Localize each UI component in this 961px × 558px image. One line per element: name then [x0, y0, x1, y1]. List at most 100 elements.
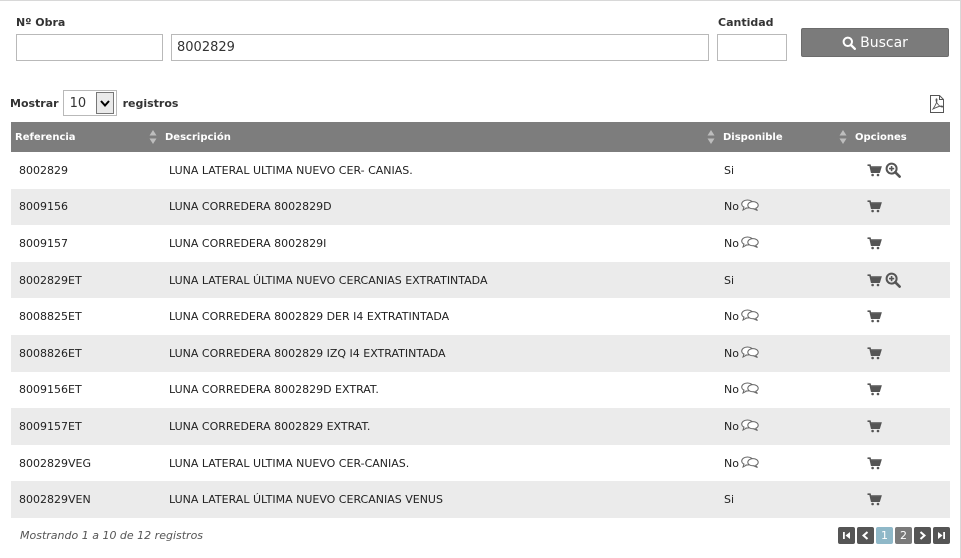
- cart-icon[interactable]: [867, 347, 882, 360]
- table-row: 8002829VEG LUNA LATERAL ULTIMA NUEVO CER-…: [11, 445, 950, 482]
- cart-icon[interactable]: [867, 164, 882, 177]
- disponible-value: No: [724, 310, 739, 324]
- chat-bubbles-icon[interactable]: [741, 309, 759, 322]
- cell-opciones: [851, 481, 950, 518]
- disponible-value: Si: [724, 163, 735, 177]
- table-row: 8008825ET LUNA CORREDERA 8002829 DER I4 E…: [11, 298, 950, 335]
- cell-descripcion: LUNA CORREDERA 8002829D: [161, 188, 719, 226]
- disponible-value: No: [724, 346, 739, 360]
- cell-descripcion: LUNA CORREDERA 8002829I: [169, 236, 327, 250]
- table-row: 8009157ET LUNA CORREDERA 8002829 EXTRAT. N…: [11, 408, 950, 445]
- cell-referencia: 8002829: [19, 163, 68, 177]
- col-referencia[interactable]: Referencia: [11, 122, 161, 152]
- cell-descripcion: LUNA LATERAL ÚLTIMA NUEVO CERCANIAS VENU…: [161, 481, 719, 518]
- cell-disponible: No: [719, 408, 851, 445]
- cell-opciones: [851, 298, 950, 335]
- cell-referencia: 8002829ET: [11, 261, 161, 299]
- first-page-icon[interactable]: [838, 527, 855, 544]
- cell-disponible: No: [719, 445, 851, 482]
- table-info: Mostrando 1 a 10 de 12 registros: [20, 529, 204, 542]
- cell-referencia: 8009156ET: [19, 383, 82, 397]
- table-row: 8009157 LUNA CORREDERA 8002829I No: [11, 225, 950, 262]
- table-row: 8009156 LUNA CORREDERA 8002829D No: [11, 188, 950, 226]
- cart-icon[interactable]: [867, 310, 882, 323]
- mostrar-label: Mostrar: [10, 96, 59, 110]
- results-table: Referencia Descripción Disponible Opcion…: [11, 122, 950, 518]
- cell-disponible: Si: [719, 152, 851, 189]
- pagination: 1 2: [838, 527, 950, 544]
- cell-referencia: 8002829VEG: [19, 456, 91, 470]
- cart-icon[interactable]: [867, 237, 882, 250]
- cell-disponible: Si: [719, 261, 851, 299]
- cell-descripcion: LUNA CORREDERA 8002829 DER I4 EXTRATINTA…: [169, 310, 450, 324]
- chat-bubbles-icon[interactable]: [741, 456, 759, 468]
- obra-label: Nº Obra: [16, 16, 66, 29]
- disponible-value: No: [724, 419, 739, 433]
- disponible-value: No: [724, 200, 739, 214]
- cell-opciones: [851, 334, 950, 372]
- buscar-button[interactable]: Buscar: [801, 28, 949, 57]
- cell-disponible: No: [719, 188, 851, 226]
- cell-referencia: 8008825ET: [19, 310, 82, 324]
- last-page-icon[interactable]: [933, 527, 950, 544]
- cell-referencia: 8009157: [19, 236, 68, 250]
- cell-opciones: [851, 261, 950, 299]
- sort-icon: [839, 130, 847, 144]
- cell-opciones: [851, 225, 950, 262]
- disponible-value: No: [724, 456, 739, 470]
- registros-label: registros: [122, 96, 179, 110]
- search-icon: [842, 36, 857, 50]
- cell-descripcion: LUNA LATERAL ÚLTIMA NUEVO CERCANIAS EXTR…: [161, 261, 719, 299]
- chat-bubbles-icon[interactable]: [741, 419, 759, 431]
- next-page-icon[interactable]: [914, 527, 931, 544]
- buscar-label: Buscar: [860, 34, 908, 51]
- length-select[interactable]: 10: [62, 90, 117, 116]
- disponible-value: Si: [724, 273, 735, 287]
- cell-opciones: [851, 152, 950, 189]
- zoom-in-icon[interactable]: [885, 162, 901, 179]
- cell-descripcion: LUNA CORREDERA 8002829 IZQ I4 EXTRATINTA…: [161, 334, 719, 372]
- zoom-in-icon[interactable]: [885, 272, 901, 288]
- referencia-input[interactable]: [171, 34, 709, 61]
- col-disponible[interactable]: Disponible: [719, 122, 851, 152]
- page-2-button[interactable]: 2: [895, 527, 912, 544]
- pdf-icon[interactable]: [929, 95, 945, 113]
- cart-icon[interactable]: [867, 383, 882, 396]
- cell-disponible: No: [719, 372, 851, 409]
- cart-icon[interactable]: [867, 456, 882, 470]
- cell-descripcion: LUNA CORREDERA 8002829D EXTRAT.: [169, 383, 379, 397]
- cantidad-input[interactable]: [717, 34, 787, 61]
- cell-disponible: No: [719, 298, 851, 335]
- cell-descripcion: LUNA LATERAL ULTIMA NUEVO CER-CANIAS.: [169, 456, 410, 470]
- chat-bubbles-icon[interactable]: [741, 236, 759, 248]
- cell-opciones: [851, 188, 950, 226]
- chat-bubbles-icon[interactable]: [741, 199, 759, 212]
- cell-opciones: [851, 372, 950, 409]
- cell-referencia: 8002829VEN: [11, 481, 161, 518]
- cart-icon[interactable]: [867, 273, 882, 287]
- chevron-down-icon: [95, 92, 114, 114]
- cart-icon[interactable]: [867, 493, 882, 506]
- cell-descripcion: LUNA CORREDERA 8002829 EXTRAT.: [161, 408, 719, 445]
- disponible-value: Si: [724, 493, 735, 507]
- cart-icon[interactable]: [867, 420, 882, 433]
- cell-referencia: 8009157ET: [11, 408, 161, 445]
- table-row: 8009156ET LUNA CORREDERA 8002829D EXTRAT.…: [11, 372, 950, 409]
- chat-bubbles-icon[interactable]: [741, 346, 759, 358]
- cell-referencia: 8008826ET: [11, 334, 161, 372]
- sort-icon: [707, 130, 715, 144]
- prev-page-icon[interactable]: [857, 527, 874, 544]
- cell-disponible: No: [719, 225, 851, 262]
- page-1-button[interactable]: 1: [876, 527, 893, 544]
- cell-descripcion: LUNA LATERAL ULTIMA NUEVO CER- CANIAS.: [169, 163, 413, 177]
- col-descripcion[interactable]: Descripción: [161, 122, 719, 152]
- cantidad-label: Cantidad: [718, 16, 774, 29]
- col-opciones: Opciones: [851, 122, 950, 152]
- cart-icon[interactable]: [867, 200, 882, 213]
- table-row: 8002829ET LUNA LATERAL ÚLTIMA NUEVO CERCA…: [11, 261, 950, 299]
- table-header-row: Referencia Descripción Disponible Opcion…: [11, 122, 950, 152]
- table-row: 8008826ET LUNA CORREDERA 8002829 IZQ I4 E…: [11, 334, 950, 372]
- cell-referencia: 8009156: [11, 188, 161, 226]
- chat-bubbles-icon[interactable]: [741, 382, 759, 395]
- obra-input[interactable]: [16, 34, 163, 61]
